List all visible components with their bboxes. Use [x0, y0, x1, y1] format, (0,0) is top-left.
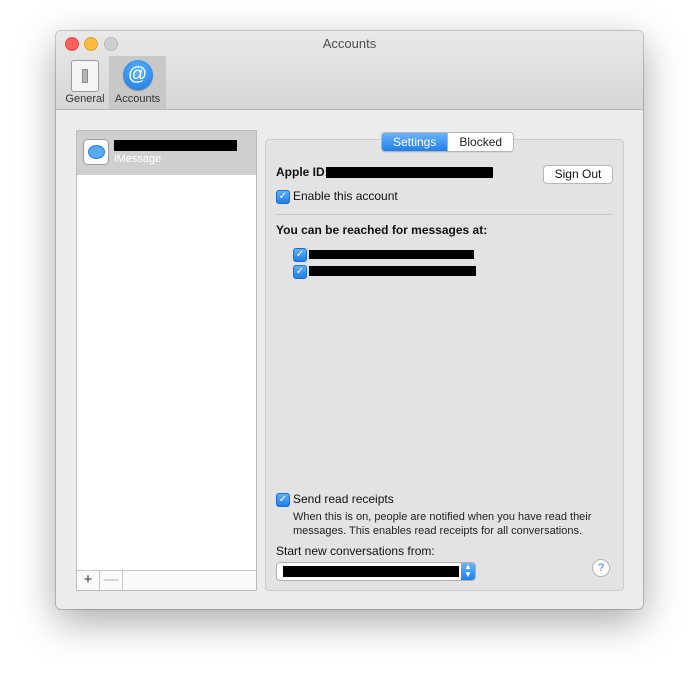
window-title: Accounts [322, 36, 377, 51]
read-receipts-note: When this is on, people are notified whe… [293, 511, 592, 537]
remove-account-button[interactable]: — [100, 571, 123, 590]
preferences-window: Accounts General @ Accounts iMessage + —… [56, 31, 643, 609]
send-read-receipts-checkbox[interactable]: ✓ [276, 493, 290, 507]
toolbar-accounts[interactable]: @ Accounts [109, 56, 166, 109]
tab-blocked[interactable]: Blocked [447, 133, 514, 151]
add-account-button[interactable]: + [77, 571, 100, 590]
account-name-redacted [114, 140, 237, 151]
toolbar-general-label: General [65, 93, 105, 105]
send-read-receipts-label: Send read receipts [293, 492, 394, 506]
tab-settings[interactable]: Settings [382, 133, 448, 151]
messages-bubble-icon [83, 139, 109, 165]
start-from-value-redacted [283, 566, 459, 577]
at-sign-icon: @ [122, 60, 153, 90]
account-row-imessage[interactable]: iMessage [77, 131, 256, 175]
reach-address-2-redacted [309, 266, 476, 276]
general-switch-icon [71, 60, 99, 92]
sign-out-button[interactable]: Sign Out [543, 165, 613, 184]
enable-account-label: Enable this account [293, 189, 398, 203]
reach-address-2-checkbox[interactable]: ✓ [293, 265, 307, 279]
reach-address-1-checkbox[interactable]: ✓ [293, 248, 307, 262]
start-conversations-popup[interactable]: ▲ ▼ [276, 562, 476, 581]
chevron-updown-icon: ▲ ▼ [461, 563, 475, 580]
enable-account-checkbox[interactable]: ✓ [276, 190, 290, 204]
account-settings-panel: Settings Blocked Apple ID: Sign Out ✓ En… [265, 132, 624, 591]
settings-segmented-control: Settings Blocked [381, 132, 515, 152]
accounts-list: iMessage + — [76, 130, 257, 591]
toolbar-general[interactable]: General [61, 56, 109, 109]
toolbar-accounts-label: Accounts [114, 93, 161, 105]
divider [276, 214, 613, 215]
accounts-list-footer: + — [77, 570, 256, 590]
account-service-label: iMessage [114, 153, 162, 165]
reached-at-label: You can be reached for messages at: [276, 223, 488, 237]
apple-id-value-redacted [326, 167, 493, 178]
titlebar: Accounts General @ Accounts [56, 31, 643, 110]
reach-address-1-redacted [309, 250, 474, 259]
start-conversations-label: Start new conversations from: [276, 544, 435, 558]
apple-id-label: Apple ID: [276, 165, 329, 179]
help-button[interactable]: ? [592, 559, 610, 577]
